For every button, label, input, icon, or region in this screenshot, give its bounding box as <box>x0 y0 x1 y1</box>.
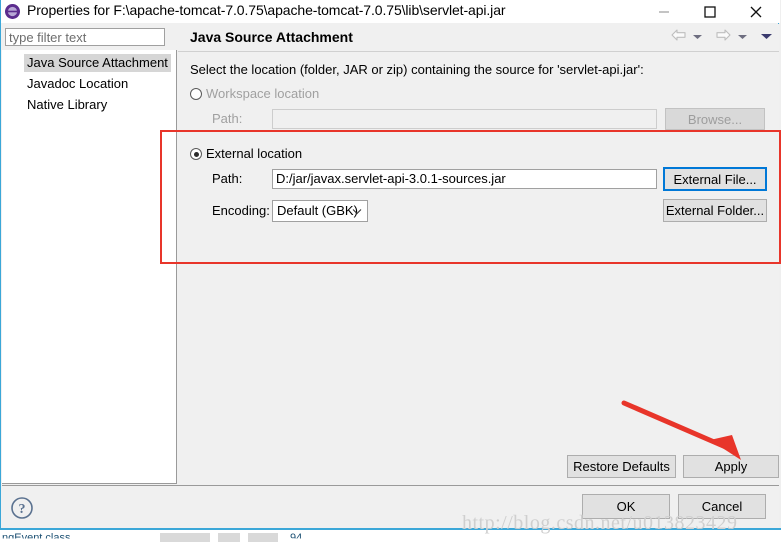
encoding-select[interactable]: Default (GBK) <box>272 200 368 222</box>
external-location-radio[interactable]: External location <box>190 146 302 162</box>
title-bar: Properties for F:\apache-tomcat-7.0.75\a… <box>1 0 780 23</box>
view-menu-chevron-down-icon[interactable] <box>760 29 773 44</box>
settings-tree: Java Source Attachment Javadoc Location … <box>2 50 177 484</box>
workspace-location-radio[interactable]: Workspace location <box>190 86 319 102</box>
workspace-path-input[interactable] <box>272 109 657 129</box>
window-title: Properties for F:\apache-tomcat-7.0.75\a… <box>27 2 506 18</box>
external-path-label: Path: <box>212 171 243 186</box>
external-folder-button[interactable]: External Folder... <box>663 199 767 222</box>
background-row-cell <box>160 533 210 542</box>
filter-input[interactable]: type filter text <box>5 28 165 46</box>
title-divider <box>178 51 779 52</box>
page-navigation <box>668 28 774 48</box>
minimize-button[interactable] <box>641 0 687 23</box>
close-button[interactable] <box>733 0 779 23</box>
background-row-number: 94 <box>290 532 303 544</box>
encoding-label: Encoding: <box>212 203 270 218</box>
eclipse-icon <box>4 3 21 20</box>
back-arrow-icon[interactable] <box>670 28 687 45</box>
page-title: Java Source Attachment <box>190 29 353 45</box>
browse-button[interactable]: Browse... <box>665 108 765 130</box>
maximize-button[interactable] <box>687 0 733 23</box>
sidebar-item-native-library[interactable]: Native Library <box>24 96 110 114</box>
back-menu-chevron-down-icon[interactable] <box>692 29 703 44</box>
external-path-input[interactable]: D:/jar/javax.servlet-api-3.0.1-sources.j… <box>272 169 657 189</box>
restore-defaults-button[interactable]: Restore Defaults <box>567 455 676 478</box>
apply-button[interactable]: Apply <box>683 455 779 478</box>
radio-indicator <box>190 88 202 100</box>
page-content: Java Source Attachment Select the locati… <box>178 24 779 485</box>
sidebar-item-java-source-attachment[interactable]: Java Source Attachment <box>24 54 171 72</box>
sidebar-item-javadoc-location[interactable]: Javadoc Location <box>24 75 131 93</box>
workspace-location-label: Workspace location <box>206 86 320 101</box>
background-row-cell <box>218 533 240 542</box>
svg-text:?: ? <box>19 502 26 517</box>
external-location-label: External location <box>206 146 303 161</box>
help-icon[interactable]: ? <box>10 496 34 523</box>
forward-arrow-icon[interactable] <box>715 28 732 45</box>
background-row-cell <box>248 533 278 542</box>
watermark: http://blog.csdn.net/u013823429 <box>462 512 738 534</box>
external-file-button[interactable]: External File... <box>663 167 767 191</box>
workspace-path-label: Path: <box>212 111 243 126</box>
background-row-label: ngEvent.class <box>2 532 71 544</box>
properties-dialog: Properties for F:\apache-tomcat-7.0.75\a… <box>0 0 780 529</box>
radio-indicator <box>190 148 202 160</box>
chevron-down-icon <box>352 201 362 221</box>
forward-menu-chevron-down-icon[interactable] <box>737 29 748 44</box>
page-description: Select the location (folder, JAR or zip)… <box>190 62 644 77</box>
encoding-value: Default (GBK) <box>277 203 358 218</box>
